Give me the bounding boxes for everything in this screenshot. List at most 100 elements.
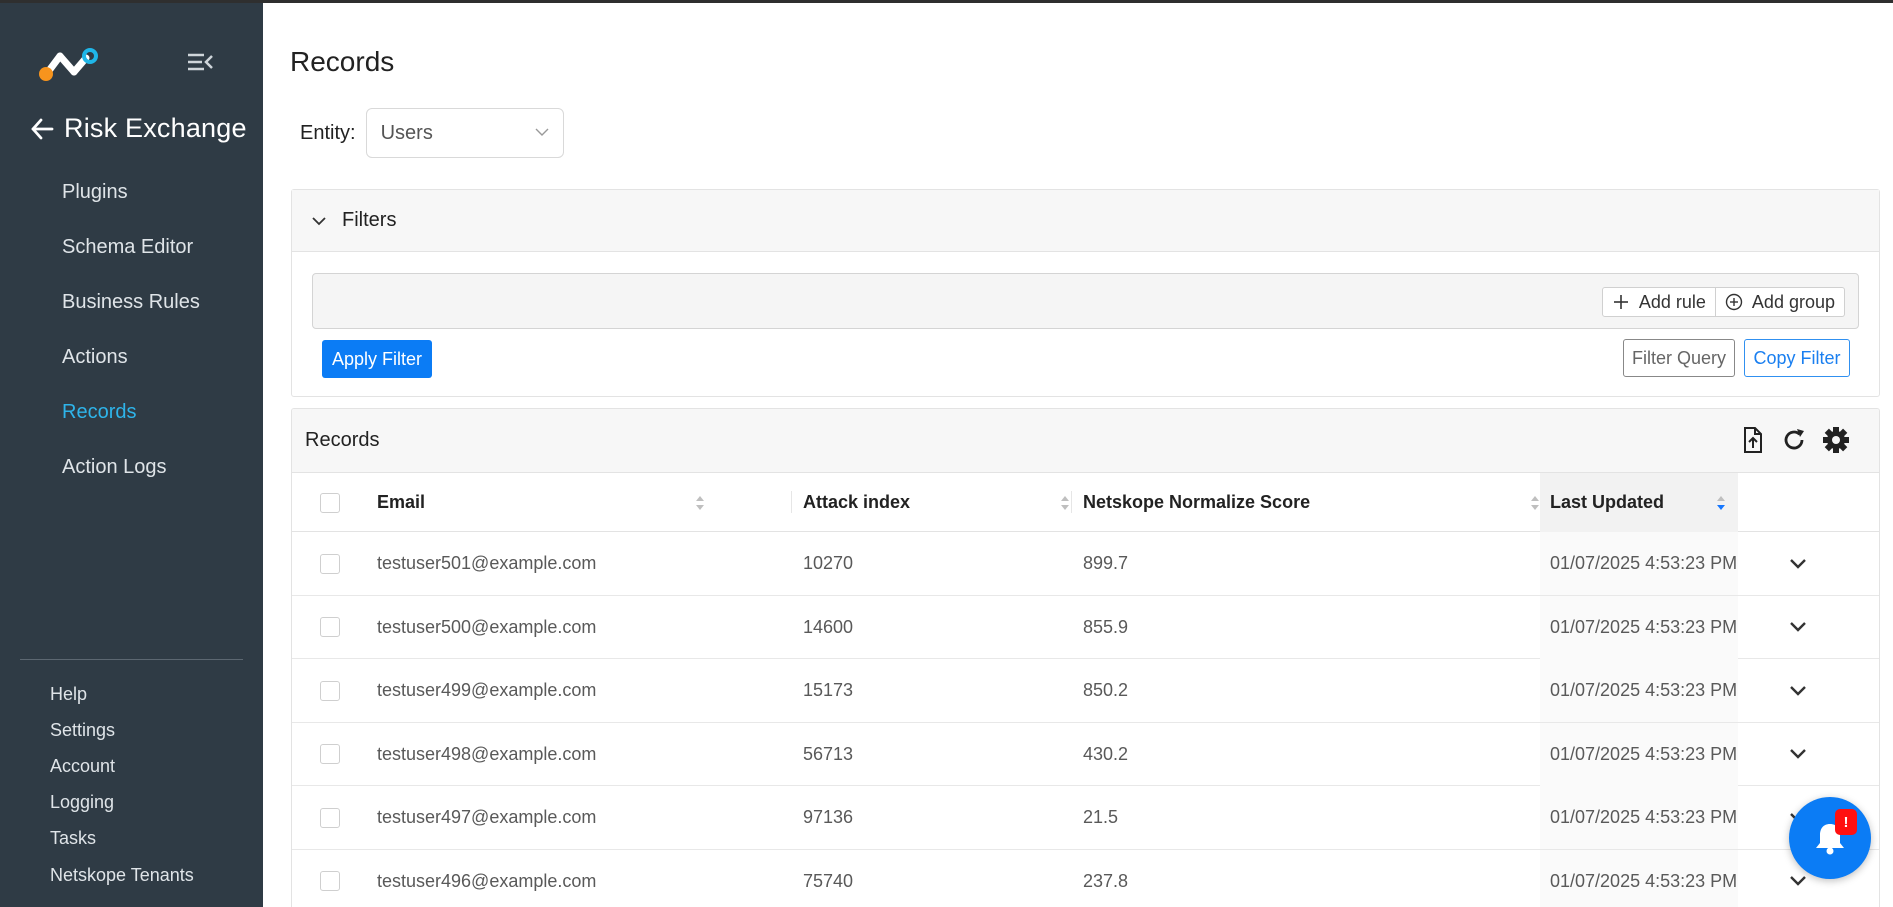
cell-score: 430.2	[1083, 743, 1129, 764]
records-header: Records	[292, 409, 1879, 473]
row-checkbox[interactable]	[320, 553, 340, 574]
sidebar-item-help[interactable]: Help	[0, 676, 263, 712]
cell-email: testuser497@example.com	[377, 807, 597, 827]
cell-email: testuser500@example.com	[377, 616, 597, 637]
add-group-button[interactable]: Add group	[1715, 287, 1845, 317]
column-header-score[interactable]: Netskope Normalize Score	[1083, 473, 1552, 532]
cell-last-updated: 01/07/2025 4:53:23 PM	[1540, 722, 1738, 786]
collapse-menu-icon[interactable]	[186, 50, 214, 74]
row-expand-cell	[1789, 723, 1807, 786]
cell-last-updated: 01/07/2025 4:53:23 PM	[1540, 659, 1738, 722]
row-select-cell	[320, 786, 340, 849]
column-separator	[1071, 491, 1072, 513]
sidebar-item-records[interactable]: Records	[0, 385, 263, 440]
cell-attack-index: 14600	[803, 616, 854, 637]
select-all-checkbox[interactable]	[320, 492, 340, 513]
column-header-last-updated[interactable]: Last Updated	[1540, 473, 1738, 532]
column-separator	[791, 491, 792, 513]
table-row[interactable]: testuser499@example.com 15173 850.2 01/0…	[292, 659, 1879, 723]
sort-icon[interactable]	[695, 494, 705, 512]
top-border	[0, 0, 1893, 3]
notification-button[interactable]: !	[1789, 797, 1871, 879]
sort-desc-icon[interactable]	[1716, 494, 1726, 512]
settings-gear-icon[interactable]	[1821, 425, 1851, 455]
query-button-group: Add rule Add group	[1601, 287, 1845, 317]
cell-attack-index: 75740	[803, 870, 854, 891]
sidebar: Risk Exchange Plugins Schema Editor Busi…	[0, 0, 263, 907]
table-row[interactable]: testuser501@example.com 10270 899.7 01/0…	[292, 532, 1879, 596]
entity-selector-row: Entity: Users	[300, 108, 564, 158]
table-row[interactable]: testuser500@example.com 14600 855.9 01/0…	[292, 595, 1879, 659]
row-checkbox[interactable]	[320, 617, 340, 637]
plus-circle-icon	[1725, 293, 1743, 311]
table-row[interactable]: testuser497@example.com 97136 21.5 01/07…	[292, 786, 1879, 850]
sidebar-item-schema-editor[interactable]: Schema Editor	[0, 220, 263, 275]
add-rule-button[interactable]: Add rule	[1601, 287, 1716, 317]
chevron-down-icon	[535, 128, 549, 136]
cell-attack-index: 15173	[803, 680, 854, 700]
sidebar-item-logging[interactable]: Logging	[0, 785, 263, 821]
cell-last-updated: 01/07/2025 4:53:23 PM	[1540, 595, 1738, 659]
cell-attack-index: 97136	[803, 807, 854, 827]
sidebar-item-tasks[interactable]: Tasks	[0, 821, 263, 857]
filter-query-button[interactable]: Filter Query	[1623, 339, 1735, 377]
sidebar-item-netskope-tenants[interactable]: Netskope Tenants	[0, 857, 263, 893]
filters-header[interactable]: Filters	[292, 190, 1879, 252]
export-icon[interactable]	[1737, 425, 1767, 455]
table-row[interactable]: testuser498@example.com 56713 430.2 01/0…	[292, 722, 1879, 786]
entity-select-value: Users	[380, 121, 433, 144]
row-select-cell	[320, 596, 340, 659]
sidebar-item-actions[interactable]: Actions	[0, 330, 263, 385]
copy-filter-button[interactable]: Copy Filter	[1744, 339, 1850, 377]
table-row[interactable]: testuser496@example.com 75740 237.8 01/0…	[292, 849, 1879, 907]
column-label-attack-index: Attack index	[803, 492, 911, 512]
chevron-down-icon[interactable]	[1789, 621, 1807, 633]
row-checkbox[interactable]	[320, 871, 340, 891]
records-toolbar	[1725, 425, 1851, 455]
row-select-cell	[320, 659, 340, 722]
sidebar-item-account[interactable]: Account	[0, 748, 263, 784]
cell-email: testuser501@example.com	[377, 553, 597, 573]
cell-score: 850.2	[1083, 680, 1129, 700]
cell-score: 899.7	[1083, 553, 1129, 573]
records-panel: Records Email Attack index Netskope Norm…	[291, 408, 1880, 907]
chevron-down-icon	[312, 216, 326, 225]
netskope-logo[interactable]	[38, 44, 100, 84]
row-checkbox[interactable]	[320, 744, 340, 764]
sort-icon[interactable]	[1530, 494, 1540, 512]
entity-label: Entity:	[300, 121, 356, 144]
cell-last-updated: 01/07/2025 4:53:23 PM	[1540, 849, 1738, 907]
entity-label-text: Entity	[300, 121, 351, 144]
cell-email: testuser498@example.com	[377, 743, 597, 764]
refresh-icon[interactable]	[1779, 425, 1809, 455]
sidebar-item-settings[interactable]: Settings	[0, 712, 263, 748]
sidebar-item-business-rules[interactable]: Business Rules	[0, 275, 263, 330]
plus-icon	[1613, 295, 1628, 309]
section-title: Risk Exchange	[64, 113, 247, 143]
sidebar-nav: Plugins Schema Editor Business Rules Act…	[0, 165, 263, 495]
row-select-cell	[320, 723, 340, 786]
row-checkbox[interactable]	[320, 680, 340, 701]
row-select-cell	[320, 850, 340, 907]
chevron-down-icon[interactable]	[1789, 685, 1807, 697]
add-group-label: Add group	[1751, 291, 1835, 312]
sidebar-item-action-logs[interactable]: Action Logs	[0, 440, 263, 495]
add-rule-label: Add rule	[1638, 291, 1706, 312]
entity-select[interactable]: Users	[365, 108, 564, 158]
cell-score: 237.8	[1083, 870, 1129, 891]
cell-last-updated: 01/07/2025 4:53:23 PM	[1540, 786, 1738, 849]
column-header-attack-index[interactable]: Attack index	[803, 473, 1082, 532]
chevron-down-icon[interactable]	[1789, 875, 1807, 887]
row-select-cell	[320, 532, 340, 595]
back-to-risk-exchange[interactable]: Risk Exchange	[30, 113, 247, 144]
cell-email: testuser499@example.com	[377, 680, 597, 700]
chevron-down-icon[interactable]	[1789, 558, 1807, 570]
apply-filter-button[interactable]: Apply Filter	[322, 340, 432, 378]
row-checkbox[interactable]	[320, 807, 340, 828]
notification-badge: !	[1835, 809, 1857, 835]
sort-icon[interactable]	[1060, 494, 1070, 512]
column-header-email[interactable]: Email	[377, 473, 717, 532]
chevron-down-icon[interactable]	[1789, 748, 1807, 760]
sidebar-item-plugins[interactable]: Plugins	[0, 165, 263, 220]
column-label-email: Email	[377, 492, 426, 512]
